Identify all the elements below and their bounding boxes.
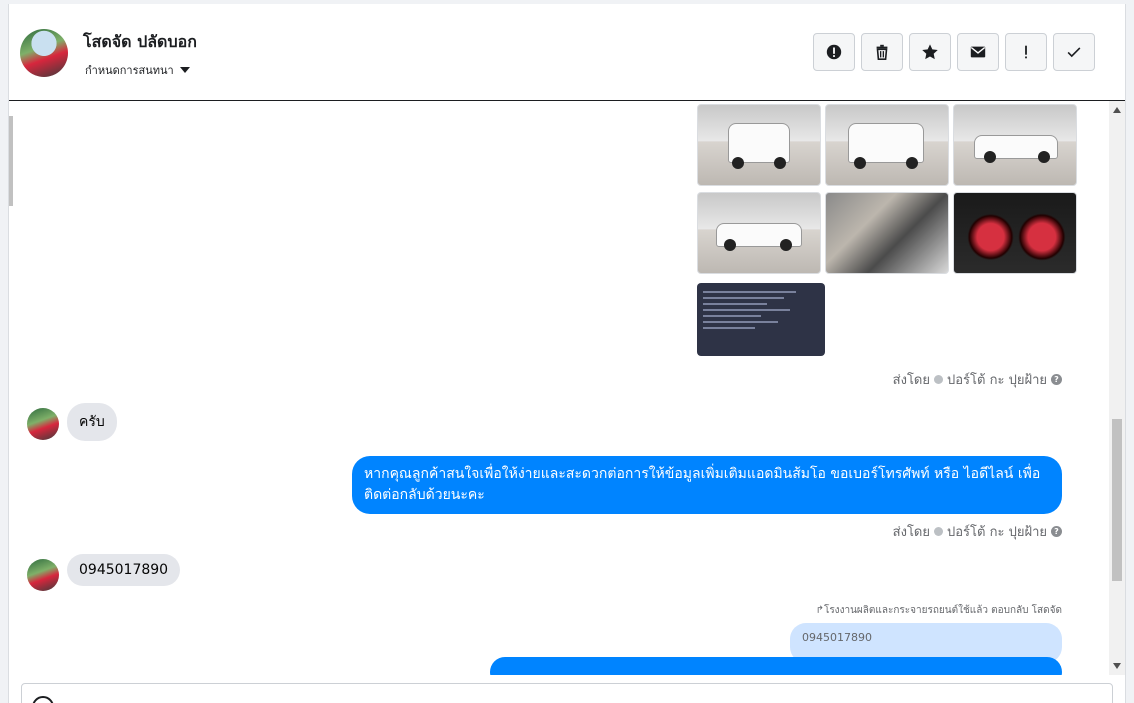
conversation-panel: โสดจัด ปลัดบอก กำหนดการสนทนา ส่งโดย ปอร์… xyxy=(8,4,1126,703)
spec-line xyxy=(703,315,761,317)
car-spec-image[interactable] xyxy=(697,283,825,356)
message-scrollbar[interactable] xyxy=(1109,101,1125,675)
mark-spam-button[interactable] xyxy=(813,33,855,71)
sent-by-prefix: ส่งโดย xyxy=(892,373,930,388)
check-icon xyxy=(1067,47,1081,58)
message-list: ส่งโดย ปอร์โต้ กะ ปุยฝ้าย ? ครับ หากคุณล… xyxy=(9,101,1109,675)
message-composer[interactable] xyxy=(21,683,1113,703)
composer-icon[interactable] xyxy=(32,696,54,703)
wheel-shape xyxy=(854,157,866,169)
spec-line xyxy=(703,297,785,299)
header-actions xyxy=(813,33,1095,71)
scroll-thumb[interactable] xyxy=(1112,419,1122,581)
wheel-shape xyxy=(780,239,792,251)
page-icon xyxy=(934,527,943,536)
car-photo-2[interactable] xyxy=(825,104,949,186)
assign-conversation-dropdown[interactable]: กำหนดการสนทนา xyxy=(85,61,190,79)
help-icon[interactable]: ? xyxy=(1051,374,1062,385)
car-photo-3[interactable] xyxy=(953,104,1077,186)
sent-by-line: ส่งโดย ปอร์โต้ กะ ปุยฝ้าย ? xyxy=(893,521,1062,542)
contact-avatar[interactable] xyxy=(20,29,68,77)
sent-by-prefix: ส่งโดย xyxy=(892,525,930,540)
help-icon[interactable]: ? xyxy=(1051,526,1062,537)
car-photo-1[interactable] xyxy=(697,104,821,186)
sent-by-line: ส่งโดย ปอร์โต้ กะ ปุยฝ้าย ? xyxy=(893,369,1062,390)
contact-avatar-small[interactable] xyxy=(27,408,59,440)
mail-icon xyxy=(970,46,986,58)
conversation-header: โสดจัด ปลัดบอก กำหนดการสนทนา xyxy=(9,4,1125,101)
important-icon xyxy=(1025,45,1027,59)
contact-avatar-small[interactable] xyxy=(27,559,59,591)
car-photo-4[interactable] xyxy=(697,192,821,274)
wheel-shape xyxy=(984,151,996,163)
car-photo-dashboard[interactable] xyxy=(953,192,1077,274)
spec-line xyxy=(703,327,756,329)
mark-important-button[interactable] xyxy=(1005,33,1047,71)
reply-note: ↱โรงงานผลิตและกระจายรถยนต์ใช้แล้ว ตอบกลั… xyxy=(815,605,1062,616)
caret-down-icon xyxy=(179,67,190,73)
star-icon xyxy=(922,44,938,60)
spam-icon xyxy=(826,44,842,60)
wheel-shape xyxy=(774,157,786,169)
delete-button[interactable] xyxy=(861,33,903,71)
left-scroll-track xyxy=(9,116,13,206)
mark-done-button[interactable] xyxy=(1053,33,1095,71)
sent-by-name[interactable]: ปอร์โต้ กะ ปุยฝ้าย xyxy=(947,369,1047,390)
sent-by-name[interactable]: ปอร์โต้ กะ ปุยฝ้าย xyxy=(947,521,1047,542)
star-button[interactable] xyxy=(909,33,951,71)
incoming-message[interactable]: ครับ xyxy=(67,403,117,441)
car-photo-interior[interactable] xyxy=(825,192,949,274)
wheel-shape xyxy=(906,157,918,169)
trash-icon xyxy=(876,44,888,61)
wheel-shape xyxy=(732,157,744,169)
mark-unread-button[interactable] xyxy=(957,33,999,71)
page-icon xyxy=(934,375,943,384)
outgoing-message-partial[interactable] xyxy=(490,657,1062,675)
incoming-message[interactable]: 0945017890 xyxy=(67,554,181,586)
scroll-down-arrow-icon[interactable] xyxy=(1113,663,1121,669)
spec-line xyxy=(703,321,779,323)
contact-name[interactable]: โสดจัด ปลัดบอก xyxy=(83,30,197,55)
assign-conversation-label: กำหนดการสนทนา xyxy=(85,64,174,77)
wheel-shape xyxy=(1038,151,1050,163)
spec-line xyxy=(703,291,796,293)
scroll-up-arrow-icon[interactable] xyxy=(1113,107,1121,113)
spec-line xyxy=(703,303,767,305)
spec-line xyxy=(703,309,790,311)
outgoing-message[interactable]: หากคุณลูกค้าสนใจเพื่อให้ง่ายและสะดวกต่อก… xyxy=(352,456,1062,514)
wheel-shape xyxy=(724,239,736,251)
